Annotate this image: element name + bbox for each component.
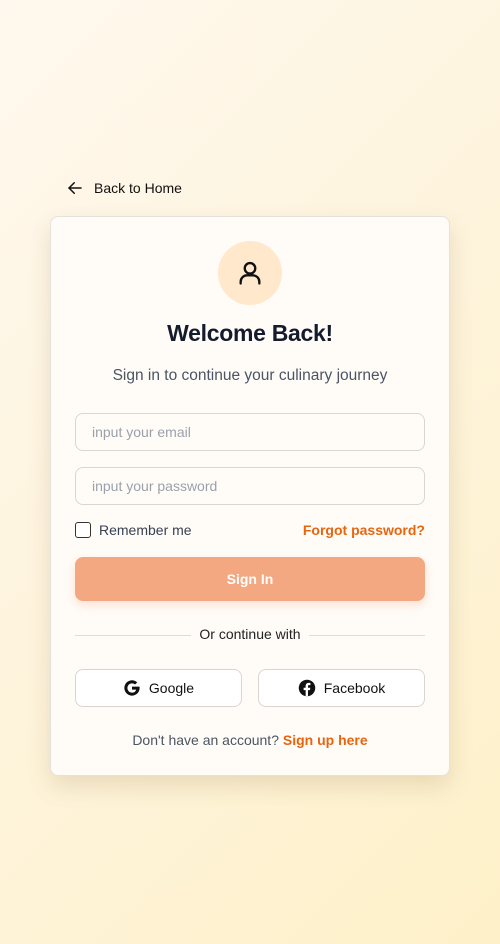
remember-me-label: Remember me (99, 522, 192, 538)
page-title: Welcome Back! (167, 320, 333, 346)
login-card: Welcome Back! Sign in to continue your c… (50, 216, 450, 776)
sign-up-link[interactable]: Sign up here (283, 732, 368, 748)
back-to-home-link[interactable]: Back to Home (66, 177, 182, 199)
divider-label: Or continue with (199, 626, 301, 642)
arrow-left-icon (68, 182, 82, 194)
signup-prompt: Don't have an account? (132, 732, 279, 748)
forgot-password-link[interactable]: Forgot password? (303, 522, 425, 538)
facebook-label: Facebook (323, 680, 386, 696)
facebook-icon (298, 679, 315, 697)
google-sign-in-button[interactable]: Google (75, 669, 242, 707)
avatar (218, 241, 282, 305)
user-icon (239, 261, 261, 285)
email-field[interactable] (75, 413, 425, 451)
page-subtitle: Sign in to continue your culinary journe… (112, 367, 388, 384)
divider-line-right (309, 635, 425, 636)
sign-in-button[interactable]: Sign In (75, 557, 425, 601)
google-label: Google (148, 680, 195, 696)
signup-row: Don't have an account? Sign up here (51, 732, 449, 748)
google-icon (124, 680, 140, 696)
remember-me-checkbox[interactable]: Remember me (75, 521, 192, 539)
checkbox-box[interactable] (75, 522, 91, 538)
password-field[interactable] (75, 467, 425, 505)
facebook-sign-in-button[interactable]: Facebook (258, 669, 425, 707)
back-to-home-label: Back to Home (94, 180, 182, 196)
